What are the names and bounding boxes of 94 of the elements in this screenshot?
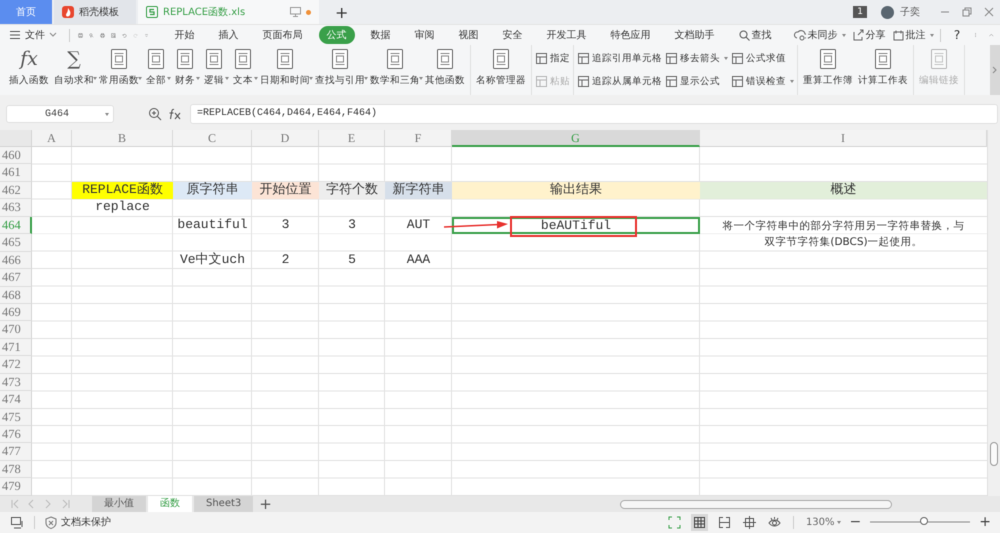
zoom-dropdown[interactable]: 130% [806,516,841,528]
table-cell[interactable]: AAA [385,252,452,270]
ribbon-button[interactable]: 重算工作簿 [801,47,855,87]
toolbar-button[interactable]: 未同步 [794,28,846,42]
help-button[interactable]: ? [954,28,960,42]
ribbon-button[interactable]: 其他函数 [423,47,467,87]
menu-tab[interactable]: 视图 [450,26,486,44]
ribbon-button[interactable]: 名称管理器 [474,47,528,87]
ribbon-button[interactable]: 逻辑 [200,47,228,87]
ribbon-button[interactable]: 常用函数 [97,47,141,87]
menu-tab[interactable]: 数据 [362,26,398,44]
table-cell[interactable]: 5 [319,252,385,270]
user-name[interactable]: 子奕 [900,5,920,19]
row-header[interactable]: 478 [0,460,32,478]
menu-tab[interactable]: 开发工具 [538,26,594,44]
ribbon-button[interactable]: fx 插入函数 [7,47,51,87]
menu-tab[interactable]: 安全 [494,26,530,44]
new-tab-button[interactable]: + [331,2,352,22]
ribbon-button[interactable]: 移去箭头 [665,52,728,65]
menu-tab[interactable]: 特色应用 [602,26,658,44]
table-cell[interactable]: 概述 [700,182,987,200]
ribbon-button[interactable]: 显示公式 [665,75,728,88]
table-cell[interactable]: 原字符串 [173,182,252,200]
row-header[interactable]: 465 [0,234,32,252]
row-header[interactable]: 469 [0,304,32,322]
table-cell[interactable]: REPLACE函数 [72,182,173,200]
search-button[interactable]: 查找 [730,26,780,44]
table-cell[interactable]: replace [72,199,173,217]
row-header[interactable]: 477 [0,443,32,461]
ribbon-button[interactable]: 查找与引用 [313,47,367,87]
ribbon-button[interactable]: ∑ 自动求和 [52,47,96,87]
file-menu-button[interactable]: 文件 [9,28,57,42]
row-header[interactable]: 461 [0,164,32,182]
ribbon-button[interactable]: 追踪从属单元格 [577,75,662,88]
row-header[interactable]: 472 [0,356,32,374]
document-tab[interactable]: 稻壳模板 [54,0,136,24]
table-cell[interactable]: 新字符串 [385,182,452,200]
table-cell[interactable]: beAUTiful [452,216,700,234]
column-header[interactable]: D [252,130,319,147]
table-cell[interactable]: beautiful [173,216,252,234]
menu-tab[interactable]: 审阅 [406,26,442,44]
menu-tab[interactable]: 开始 [166,26,202,44]
row-header[interactable]: 474 [0,391,32,409]
table-cell[interactable]: 开始位置 [252,182,319,200]
table-cell[interactable]: 2 [252,252,319,270]
ribbon-button[interactable]: 财务 [171,47,199,87]
ribbon-button[interactable]: 日期和时间 [258,47,312,87]
row-header[interactable]: 463 [0,199,32,217]
notification-badge[interactable]: 1 [853,6,867,18]
row-header[interactable]: 479 [0,478,32,496]
column-header[interactable]: F [385,130,452,147]
row-header[interactable]: 462 [0,182,32,200]
menu-tab[interactable]: 页面布局 [254,26,310,44]
table-cell[interactable]: 3 [319,216,385,234]
table-cell[interactable]: 将一个字符串中的部分字符用另一字符串替换，与双字节字符集(DBCS)一起使用。 [700,216,987,251]
row-header[interactable]: 471 [0,338,32,356]
menu-tab[interactable]: 文档助手 [666,26,722,44]
table-cell[interactable]: AUT [385,216,452,234]
column-header[interactable]: B [72,130,173,147]
table-cell[interactable]: 字符个数 [319,182,385,200]
column-header[interactable]: I [700,130,987,147]
zoom-out-button[interactable]: − [850,514,862,530]
ribbon-button[interactable]: 追踪引用单元格 [577,52,662,65]
table-cell[interactable]: Ve中文uch [173,252,252,270]
row-header[interactable]: 473 [0,374,32,392]
row-header[interactable]: 468 [0,286,32,304]
protection-status[interactable]: 文档未保护 [45,515,111,530]
add-sheet-button[interactable]: + [259,494,272,513]
table-cell[interactable]: 3 [252,216,319,234]
sheet-tab[interactable]: 最小值 [92,496,146,512]
row-header[interactable]: 470 [0,321,32,339]
toolbar-button[interactable]: 分享 [852,28,886,42]
row-header[interactable]: 460 [0,147,32,164]
name-box[interactable]: G464 [6,105,114,123]
row-header[interactable]: 476 [0,426,32,444]
row-header[interactable]: 467 [0,269,32,286]
ribbon-button[interactable]: 全部 [142,47,170,87]
toolbar-button[interactable]: 批注 [892,28,934,42]
formula-field[interactable]: =REPLACEB(C464,D464,E464,F464) [190,104,998,124]
menu-tab[interactable]: 插入 [210,26,246,44]
column-header[interactable]: C [173,130,252,147]
zoom-in-button[interactable]: + [979,514,991,530]
ribbon-button[interactable]: 数学和三角 [368,47,422,87]
row-header[interactable]: 475 [0,408,32,426]
ribbon-button[interactable]: 指定 [535,52,570,65]
column-header[interactable]: E [319,130,385,147]
ribbon-button[interactable]: 文本 [229,47,257,87]
table-cell[interactable]: 输出结果 [452,182,700,200]
row-header[interactable]: 466 [0,252,32,270]
column-header[interactable]: A [32,130,72,147]
ribbon-button[interactable]: 公式求值 [731,52,794,65]
ribbon-button[interactable]: 计算工作表 [856,47,910,87]
ribbon-button[interactable]: 错误检查 [731,75,794,88]
sheet-tab[interactable]: Sheet3 [194,496,254,512]
